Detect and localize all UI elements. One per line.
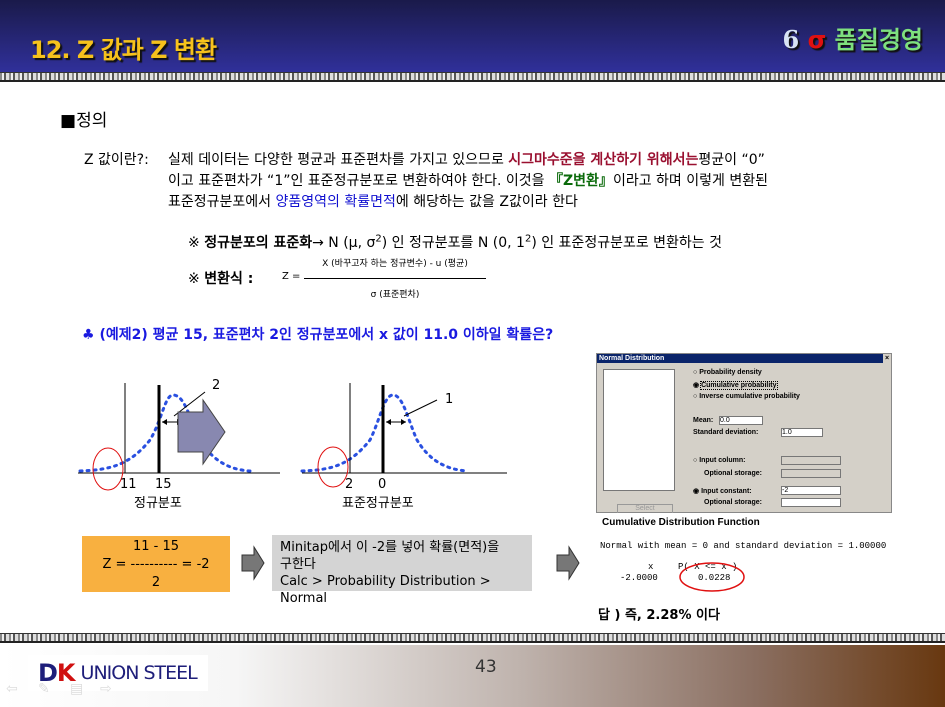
optional-storage-input[interactable] — [781, 498, 841, 507]
radio-inverse-cumulative[interactable]: ○ Inverse cumulative probability — [693, 393, 800, 400]
sd-input[interactable] — [781, 428, 823, 437]
sd-label: Standard deviation: — [693, 429, 759, 436]
top-border — [0, 72, 945, 82]
menu-icon[interactable]: ▤ — [70, 681, 83, 697]
col-x: x — [648, 562, 654, 572]
caption-standard-normal: 표준정규분포 — [342, 496, 414, 511]
fraction-line — [304, 278, 486, 279]
value-x: -2.0000 — [620, 573, 658, 583]
formula-denominator: σ (표준편차) — [370, 290, 420, 300]
arrow-icon — [241, 545, 265, 581]
instruction-box: Minitap에서 이 -2를 넣어 확률(면적)을 구한다 Calc > Prob… — [272, 535, 532, 606]
mean-input[interactable] — [719, 416, 763, 425]
example-question: ♣ (예제2) 평균 15, 표준편차 2인 정규분포에서 x 값이 11.0 … — [82, 327, 554, 343]
optional-storage-label: Optional storage: — [704, 470, 762, 477]
big-arrow-icon — [177, 398, 226, 466]
radio-probability-density[interactable]: ○ Probability density — [693, 369, 762, 376]
variable-list[interactable] — [603, 369, 675, 491]
standardization-note: ※ 정규분포의 표준화→ N (μ, σ2) 인 정규분포를 N (0, 12)… — [188, 233, 723, 251]
dialog-titlebar: Normal Distribution × — [597, 354, 891, 363]
slide-title: 12. Z 값과 Z 변환 — [30, 36, 217, 64]
tick-0: 0 — [378, 477, 387, 492]
pen-icon[interactable]: ✎ — [38, 681, 50, 697]
input-column-field — [781, 456, 841, 465]
page-number: 43 — [475, 657, 497, 677]
radio-input-column[interactable]: ○ Input column: — [693, 457, 745, 464]
highlight-circle — [679, 562, 745, 592]
output-title: Cumulative Distribution Function — [602, 517, 760, 528]
optional-storage-label-2: Optional storage: — [704, 499, 762, 506]
sd-label-right: 1 — [445, 392, 454, 407]
tick-11: 11 — [120, 477, 137, 492]
answer-text: 답 ) 즉, 2.28% 이다 — [598, 608, 720, 623]
radio-cumulative-probability[interactable]: ◉ Cumulative probability — [693, 381, 778, 390]
caption-normal: 정규분포 — [134, 496, 182, 511]
definition-label: Z 값이란?: — [84, 152, 149, 168]
nav-prev-icon[interactable]: ⇦ — [6, 681, 18, 697]
sd-label-left: 2 — [212, 378, 221, 393]
formula-label: ※ 변환식 : — [188, 271, 254, 287]
definition-text: 실제 데이터는 다양한 평균과 표준편차를 가지고 있으므로 시그마수준을 계산… — [168, 152, 768, 210]
radio-input-constant[interactable]: ◉ Input constant: — [693, 487, 752, 495]
bottom-border — [0, 633, 945, 643]
close-button[interactable]: × — [883, 354, 891, 363]
z-calculation-box: 11 - 15 Z = ---------- = -2 2 — [82, 536, 230, 592]
brand-title: 6 σ 품질경영 — [782, 25, 923, 54]
tick-2: 2 — [345, 477, 354, 492]
output-description: Normal with mean = 0 and standard deviat… — [600, 541, 887, 551]
nav-next-icon[interactable]: ⇨ — [100, 681, 112, 697]
formula-numerator: X (바꾸고자 하는 정규변수) - u (평균) — [322, 259, 468, 269]
optional-storage-field — [781, 469, 841, 478]
minitab-output: Cumulative Distribution Function Normal … — [596, 513, 892, 592]
union-steel-logo: DK UNION STEEL — [28, 655, 208, 691]
constant-input[interactable] — [781, 486, 841, 495]
arrow-icon — [556, 545, 580, 581]
formula-z: Z = — [282, 271, 301, 282]
distribution-diagram — [78, 383, 507, 491]
normal-distribution-dialog: Normal Distribution × ○ Probability densi… — [596, 353, 892, 514]
section-heading: ■정의 — [60, 111, 108, 131]
mean-label: Mean: — [693, 417, 714, 424]
tick-15: 15 — [155, 477, 172, 492]
normal-curve-right — [300, 383, 507, 488]
